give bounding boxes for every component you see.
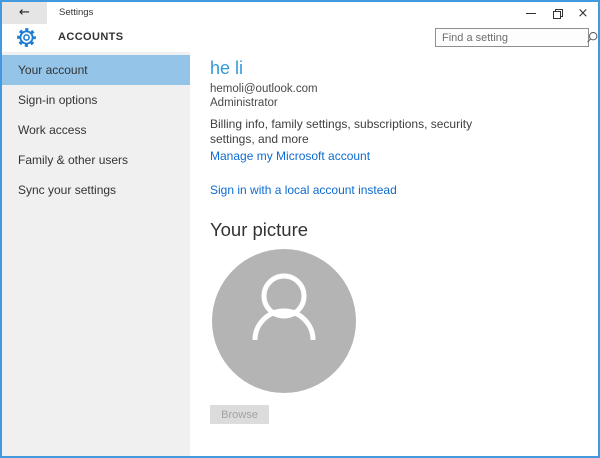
search-icon [586,31,599,44]
browse-button[interactable]: Browse [210,405,269,424]
sidebar-item-sync-your-settings[interactable]: Sync your settings [2,175,190,205]
sidebar-item-sign-in-options[interactable]: Sign-in options [2,85,190,115]
sidebar-item-work-access[interactable]: Work access [2,115,190,145]
back-button[interactable]: ← [2,2,47,24]
gear-icon [16,27,37,48]
sidebar: Your account Sign-in options Work access… [2,52,190,456]
page-title: ACCOUNTS [58,31,124,43]
sign-in-local-account-link[interactable]: Sign in with a local account instead [210,183,397,197]
user-icon [224,259,344,384]
account-description: Billing info, family settings, subscript… [210,117,498,147]
manage-microsoft-account-link[interactable]: Manage my Microsoft account [210,149,370,163]
window-title: Settings [59,7,93,18]
page-header: ACCOUNTS [2,24,598,52]
search-box[interactable] [435,28,589,47]
account-email: hemoli@outlook.com [210,83,318,96]
sidebar-item-your-account[interactable]: Your account [2,55,190,85]
close-button[interactable]: × [570,2,596,24]
main-content: he li hemoli@outlook.com Administrator B… [190,52,598,456]
account-role: Administrator [210,97,278,110]
restore-icon [553,9,562,18]
account-name: he li [210,58,243,78]
settings-window: ← Settings × ACCOUNTS [0,0,600,458]
search-input[interactable] [436,30,586,45]
titlebar: ← Settings × [2,2,598,24]
back-icon: ← [19,5,30,20]
minimize-icon [526,13,536,14]
your-picture-heading: Your picture [210,219,308,241]
minimize-button[interactable] [518,2,544,24]
sidebar-item-family-other-users[interactable]: Family & other users [2,145,190,175]
avatar [212,249,356,393]
close-icon: × [578,7,589,20]
window-controls: × [518,2,596,24]
restore-button[interactable] [544,2,570,24]
